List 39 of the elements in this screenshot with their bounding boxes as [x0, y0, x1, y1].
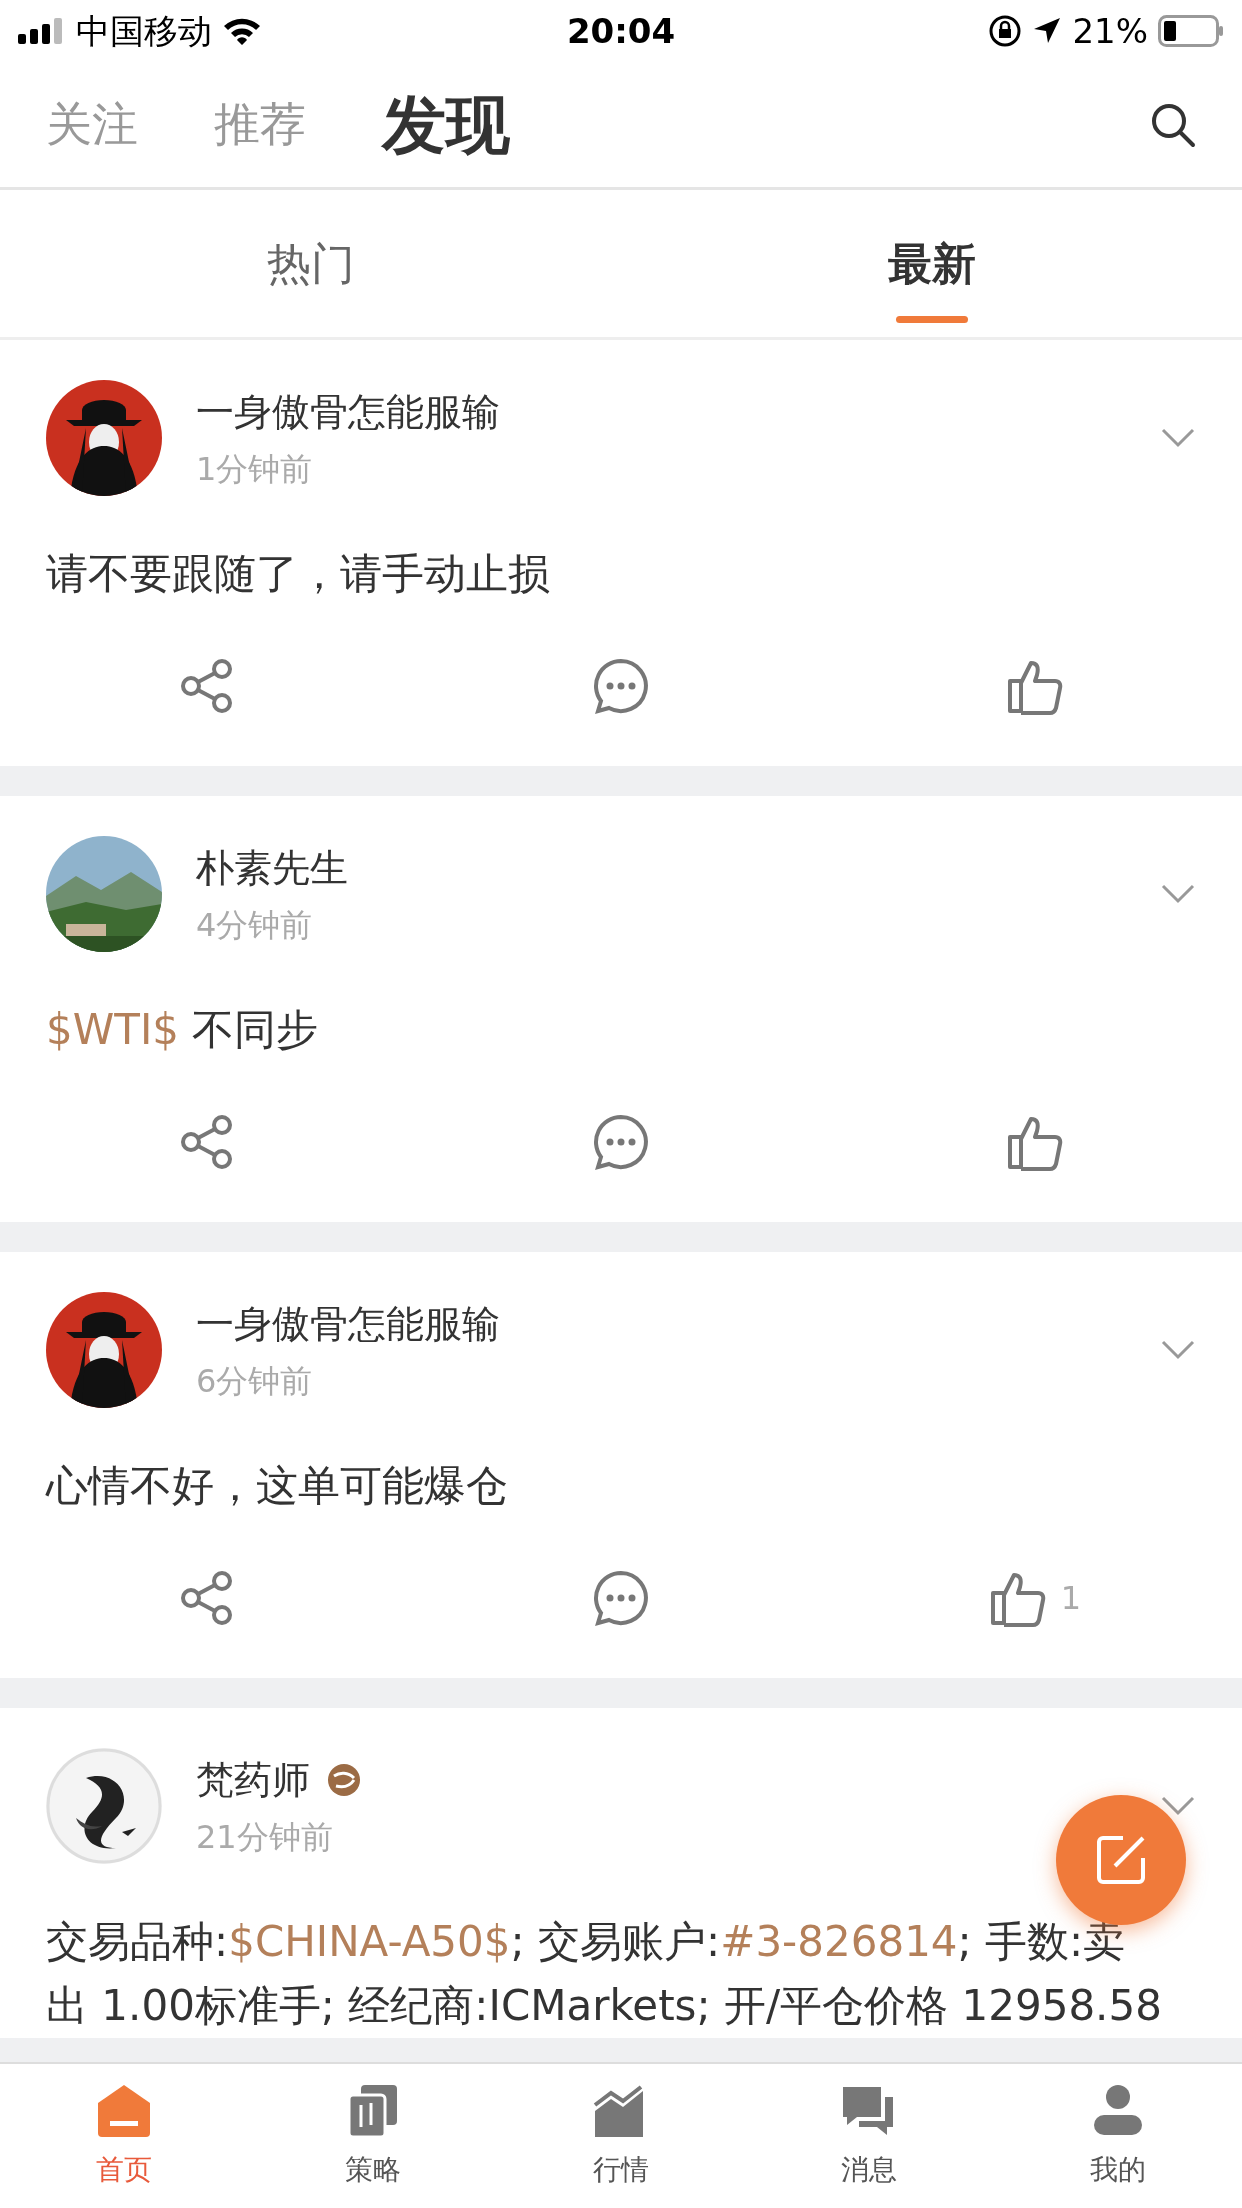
comment-icon[interactable] — [592, 1113, 650, 1171]
post-text: 请不要跟随了，请手动止损 — [46, 548, 551, 600]
nav-tab[interactable]: 策略 — [248, 2064, 497, 2208]
like-count: 1 — [1060, 1578, 1082, 1619]
comment-icon[interactable] — [592, 1569, 650, 1627]
rotation-lock-icon — [988, 14, 1023, 48]
post-text: $WTI$ 不同步 — [46, 1004, 320, 1056]
tag-link[interactable]: $WTI$ — [46, 1005, 179, 1054]
tag-link[interactable]: #3-826814 — [720, 1917, 958, 1966]
nav-tab[interactable]: 我的 — [993, 2064, 1242, 2208]
post-time: 4分钟前 — [196, 904, 314, 946]
carrier-name: 中国移动 — [76, 9, 212, 53]
nav-tab[interactable]: 行情 — [496, 2064, 746, 2208]
post-text: 出 1.00标准手; 经纪商:ICMarkets; 开/平仓价格 12958.58 — [46, 1980, 1163, 2032]
post-text: 心情不好，这单可能爆仓 — [46, 1460, 509, 1512]
tag-link[interactable]: $CHINA-A50$ — [228, 1917, 511, 1966]
comment-icon[interactable] — [592, 657, 650, 715]
chevron-down-icon[interactable] — [1160, 1339, 1196, 1361]
author-name: 梵药师 — [196, 1756, 310, 1804]
nav-tab[interactable]: 首页 — [0, 2064, 249, 2208]
post-time: 21分钟前 — [196, 1816, 334, 1858]
author-name: 一身傲骨怎能服输 — [196, 388, 500, 436]
author-name: 一身傲骨怎能服输 — [196, 1300, 500, 1348]
feed-tab[interactable]: 热门 — [0, 190, 621, 337]
search-icon[interactable] — [1150, 101, 1196, 148]
author-name: 朴素先生 — [196, 844, 348, 892]
post-time: 6分钟前 — [196, 1360, 314, 1402]
post-text: 交易品种:$CHINA-A50$; 交易账户:#3-826814; 手数:卖 — [46, 1916, 1127, 1968]
chevron-down-icon[interactable] — [1160, 883, 1196, 905]
nav-tab[interactable]: 消息 — [745, 2064, 994, 2208]
chevron-down-icon[interactable] — [1160, 427, 1196, 449]
status-time: 20:04 — [566, 9, 676, 53]
wifi-icon — [222, 16, 262, 46]
post-time: 1分钟前 — [196, 448, 314, 490]
battery-icon — [1158, 15, 1224, 47]
chevron-down-icon[interactable] — [1160, 1795, 1196, 1817]
feed-tab[interactable]: 最新 — [621, 190, 1242, 337]
battery-percent: 21% — [1072, 9, 1148, 53]
header-tab[interactable]: 发现 — [382, 76, 510, 173]
